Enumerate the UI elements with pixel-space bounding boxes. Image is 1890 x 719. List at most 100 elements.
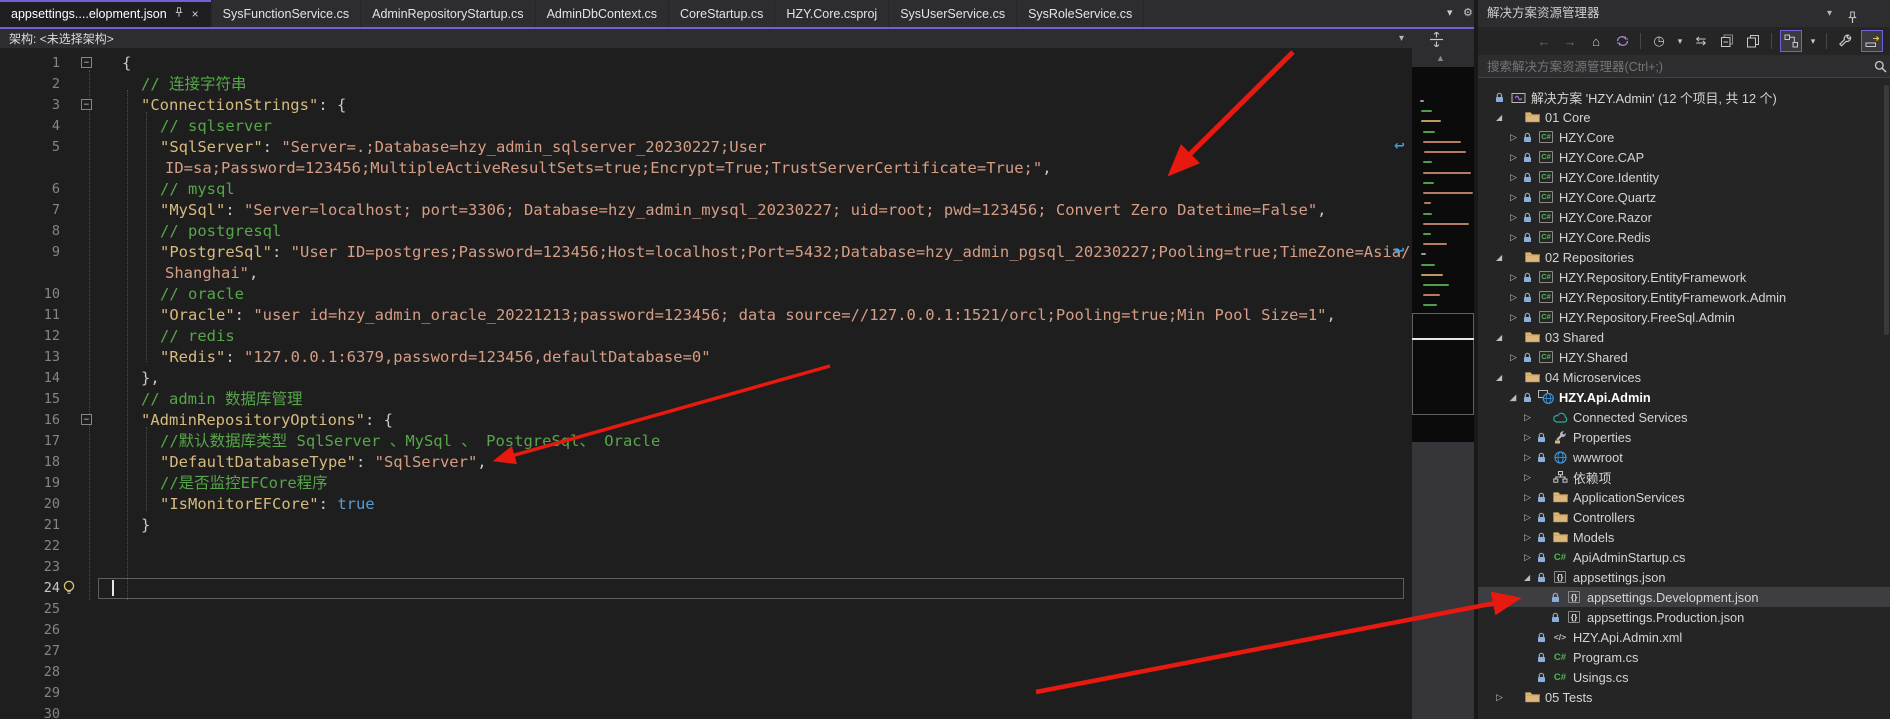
quick-actions-lightbulb-icon[interactable] [61, 580, 77, 602]
code-line-row[interactable]: 18"DefaultDatabaseType": "SqlServer", [0, 452, 1408, 473]
preview-selected-items-icon[interactable] [1861, 30, 1883, 52]
fold-collapse-icon[interactable]: − [81, 57, 92, 68]
tab-close-icon[interactable]: × [191, 7, 200, 21]
editor-tab-0[interactable]: appsettings....elopment.json× [0, 0, 212, 27]
chevron-collapsed-icon[interactable]: ▷ [1510, 212, 1523, 223]
solution-explorer-header[interactable]: 解决方案资源管理器 ▾ [1478, 0, 1890, 27]
code-line-row[interactable]: 4// sqlserver [0, 116, 1408, 137]
tree-item-01-core[interactable]: ◢01 Core [1478, 107, 1890, 127]
minimap-scrollbar-column[interactable]: ▲ [1412, 29, 1474, 719]
tree-item-appsettings.production.json[interactable]: {}appsettings.Production.json [1478, 607, 1890, 627]
chevron-collapsed-icon[interactable]: ▷ [1510, 312, 1523, 323]
pending-changes-filter-icon[interactable]: ◷ [1649, 31, 1669, 51]
tree-item-appsettings.development.json[interactable]: {}appsettings.Development.json [1478, 587, 1890, 607]
tree-item-properties[interactable]: ▷Properties [1478, 427, 1890, 447]
navbar-chevron-down-icon[interactable]: ▾ [1399, 33, 1404, 44]
chevron-expanded-icon[interactable]: ◢ [1510, 393, 1523, 402]
tree-item-program.cs[interactable]: C#Program.cs [1478, 647, 1890, 667]
filter-dropdown-icon[interactable]: ▾ [1675, 31, 1685, 51]
code-line-row[interactable]: 23 [0, 557, 1408, 578]
tree-item-hzy.api.admin.xml[interactable]: </>HZY.Api.Admin.xml [1478, 627, 1890, 647]
chevron-collapsed-icon[interactable]: ▷ [1510, 272, 1523, 283]
code-line-row[interactable]: 6// mysql [0, 179, 1408, 200]
code-line-row[interactable]: 12// redis [0, 326, 1408, 347]
chevron-collapsed-icon[interactable]: ▷ [1510, 172, 1523, 183]
tree-item-04-microservices[interactable]: ◢04 Microservices [1478, 367, 1890, 387]
tree-item--hzy.admin-12-12-[interactable]: 解决方案 'HZY.Admin' (12 个项目, 共 12 个) [1478, 87, 1890, 107]
tree-item-apiadminstartup.cs[interactable]: ▷C#ApiAdminStartup.cs [1478, 547, 1890, 567]
code-line-row[interactable]: 3−"ConnectionStrings": { [0, 95, 1408, 116]
tree-item--[interactable]: ▷依赖项 [1478, 467, 1890, 487]
code-line-row[interactable]: 26 [0, 620, 1408, 641]
chevron-collapsed-icon[interactable]: ▷ [1524, 492, 1537, 503]
chevron-collapsed-icon[interactable]: ▷ [1510, 232, 1523, 243]
chevron-collapsed-icon[interactable]: ▷ [1524, 452, 1537, 463]
code-line-row[interactable]: 2// 连接字符串 [0, 74, 1408, 95]
tree-item-hzy.core.redis[interactable]: ▷C#HZY.Core.Redis [1478, 227, 1890, 247]
code-line-row[interactable]: 28 [0, 662, 1408, 683]
code-line-row[interactable]: 27 [0, 641, 1408, 662]
tree-item-appsettings.json[interactable]: ◢{}appsettings.json [1478, 567, 1890, 587]
chevron-collapsed-icon[interactable]: ▷ [1496, 692, 1509, 703]
search-icon[interactable] [1874, 60, 1887, 78]
chevron-expanded-icon[interactable]: ◢ [1496, 253, 1509, 262]
track-active-item-icon[interactable] [1780, 30, 1802, 52]
chevron-collapsed-icon[interactable]: ▷ [1510, 292, 1523, 303]
tree-item-connected-services[interactable]: ▷Connected Services [1478, 407, 1890, 427]
tree-item-hzy.repository.freesql.admin[interactable]: ▷C#HZY.Repository.FreeSql.Admin [1478, 307, 1890, 327]
track-active-dropdown-icon[interactable]: ▾ [1808, 31, 1818, 51]
editor-tab-3[interactable]: AdminDbContext.cs [536, 0, 669, 27]
tree-item-hzy.repository.entityframework[interactable]: ▷C#HZY.Repository.EntityFramework [1478, 267, 1890, 287]
code-line-row[interactable]: 15// admin 数据库管理 [0, 389, 1408, 410]
tree-item-hzy.core.identity[interactable]: ▷C#HZY.Core.Identity [1478, 167, 1890, 187]
chevron-expanded-icon[interactable]: ◢ [1496, 333, 1509, 342]
code-line-row[interactable]: 11"Oracle": "user id=hzy_admin_oracle_20… [0, 305, 1408, 326]
chevron-collapsed-icon[interactable]: ▷ [1510, 352, 1523, 363]
chevron-collapsed-icon[interactable]: ▷ [1510, 192, 1523, 203]
tree-item-applicationservices[interactable]: ▷ApplicationServices [1478, 487, 1890, 507]
code-line-row[interactable]: 7"MySql": "Server=localhost; port=3306; … [0, 200, 1408, 221]
chevron-expanded-icon[interactable]: ◢ [1496, 113, 1509, 122]
code-line-row[interactable]: 20"IsMonitorEFCore": true [0, 494, 1408, 515]
tree-item-03-shared[interactable]: ◢03 Shared [1478, 327, 1890, 347]
tree-item-wwwroot[interactable]: ▷wwwroot [1478, 447, 1890, 467]
code-line-row[interactable]: 25 [0, 599, 1408, 620]
switch-views-icon[interactable]: ⇆ [1691, 31, 1711, 51]
fold-collapse-icon[interactable]: − [81, 99, 92, 110]
tree-item-controllers[interactable]: ▷Controllers [1478, 507, 1890, 527]
tree-item-02-repositories[interactable]: ◢02 Repositories [1478, 247, 1890, 267]
editor-tab-7[interactable]: SysRoleService.cs [1017, 0, 1144, 27]
code-line-row[interactable]: 5"SqlServer": "Server=.;Database=hzy_adm… [0, 137, 1408, 158]
tab-overflow-chevron-down-icon[interactable]: ▾ [1447, 6, 1453, 19]
chevron-collapsed-icon[interactable]: ▷ [1524, 412, 1537, 423]
code-line-row[interactable]: Shanghai", [0, 263, 1408, 284]
tree-item-models[interactable]: ▷Models [1478, 527, 1890, 547]
code-line-row[interactable]: 19//是否监控EFCore程序 [0, 473, 1408, 494]
editor-tab-6[interactable]: SysUserService.cs [889, 0, 1017, 27]
code-line-row[interactable]: 17//默认数据库类型 SqlServer 、MySql 、 PostgreSq… [0, 431, 1408, 452]
tab-pin-icon[interactable] [174, 7, 184, 21]
tab-options-gear-icon[interactable]: ⚙ [1463, 6, 1473, 19]
scroll-up-arrow-icon[interactable]: ▲ [1436, 53, 1445, 63]
code-line-row[interactable]: ID=sa;Password=123456;MultipleActiveResu… [0, 158, 1408, 179]
code-editor[interactable]: 1−{2// 连接字符串3−"ConnectionStrings": {4// … [0, 48, 1412, 719]
tree-item-hzy.core.cap[interactable]: ▷C#HZY.Core.CAP [1478, 147, 1890, 167]
editor-tab-5[interactable]: HZY.Core.csproj [775, 0, 889, 27]
editor-tab-1[interactable]: SysFunctionService.cs [212, 0, 361, 27]
chevron-collapsed-icon[interactable]: ▷ [1524, 432, 1537, 443]
panel-chevron-down-icon[interactable]: ▾ [1827, 0, 1832, 27]
chevron-collapsed-icon[interactable]: ▷ [1524, 532, 1537, 543]
code-line-row[interactable]: 29 [0, 683, 1408, 704]
tree-item-hzy.core.quartz[interactable]: ▷C#HZY.Core.Quartz [1478, 187, 1890, 207]
back-icon[interactable]: ← [1534, 31, 1554, 51]
code-line-row[interactable]: 10// oracle [0, 284, 1408, 305]
properties-icon[interactable] [1835, 31, 1855, 51]
tree-item-hzy.core[interactable]: ▷C#HZY.Core [1478, 127, 1890, 147]
code-line-row[interactable]: 8// postgresql [0, 221, 1408, 242]
chevron-collapsed-icon[interactable]: ▷ [1524, 472, 1537, 483]
forward-icon[interactable]: → [1560, 31, 1580, 51]
fold-collapse-icon[interactable]: − [81, 414, 92, 425]
copy-docs-icon[interactable] [1743, 31, 1763, 51]
sync-with-active-document-icon[interactable] [1612, 31, 1632, 51]
search-input[interactable] [1478, 55, 1879, 79]
